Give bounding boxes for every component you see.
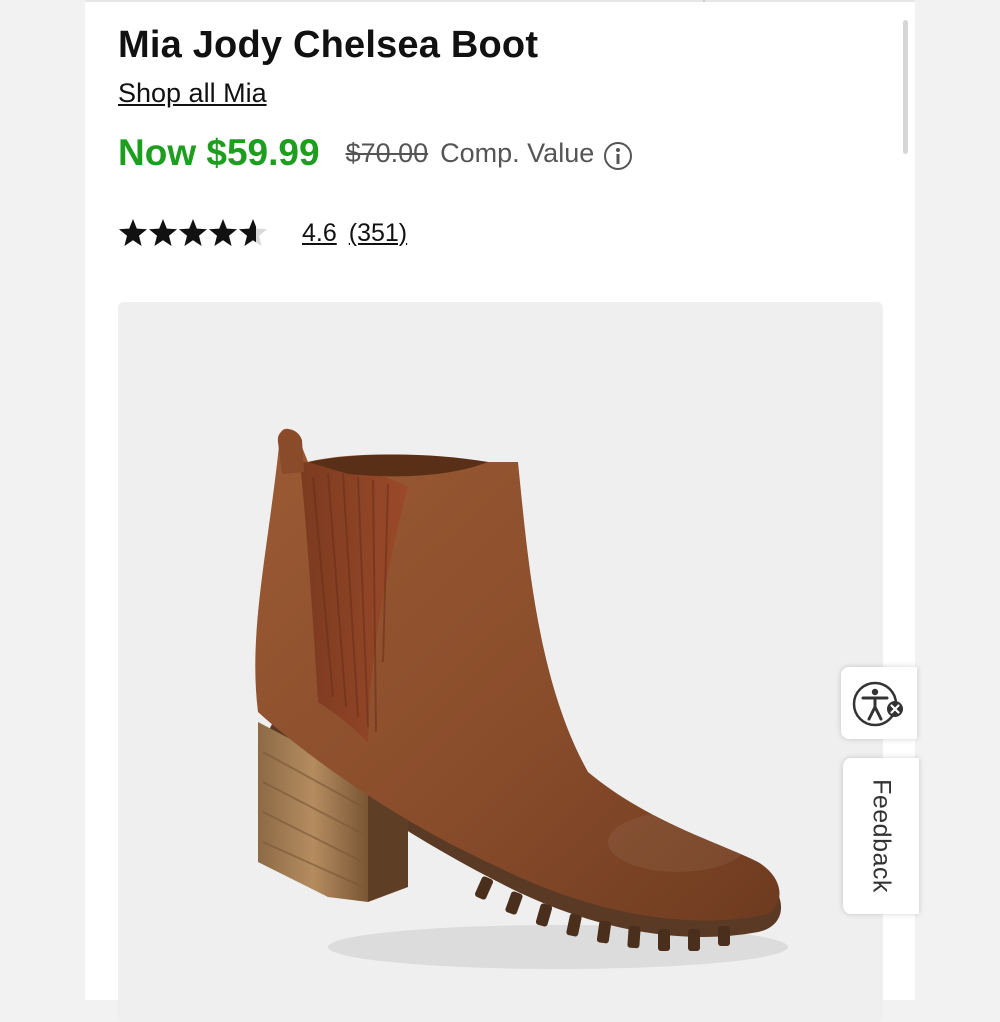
star-icon: [239, 219, 267, 246]
original-price: $70.00: [345, 137, 429, 168]
rating-value[interactable]: 4.6: [302, 219, 337, 248]
sale-price: Now $59.99: [118, 132, 320, 173]
top-divider: [85, 0, 915, 2]
product-image[interactable]: [118, 302, 883, 1022]
boot-illustration: [255, 428, 788, 969]
accessibility-widget-button[interactable]: [841, 667, 917, 739]
review-count[interactable]: (351): [349, 219, 407, 248]
star-rating: [118, 218, 268, 248]
star-icon: [149, 219, 177, 246]
feedback-tab[interactable]: Feedback: [843, 758, 919, 914]
star-icon: [119, 219, 147, 246]
comp-value-label: Comp. Value: [440, 137, 595, 168]
product-title: Mia Jody Chelsea Boot: [118, 24, 539, 66]
star-icon: [179, 219, 207, 246]
star-icon: [209, 219, 237, 246]
price-row: Now $59.99 $70.00 Comp. Value: [118, 132, 633, 174]
rating-row[interactable]: 4.6 (351): [118, 218, 407, 248]
shop-all-brand-link[interactable]: Shop all Mia: [118, 78, 267, 109]
info-icon[interactable]: [604, 142, 633, 170]
feedback-label: Feedback: [867, 779, 896, 893]
product-page: Mia Jody Chelsea Boot Shop all Mia Now $…: [85, 0, 915, 1022]
accessibility-icon: [852, 681, 903, 727]
scrollbar[interactable]: [903, 20, 908, 154]
